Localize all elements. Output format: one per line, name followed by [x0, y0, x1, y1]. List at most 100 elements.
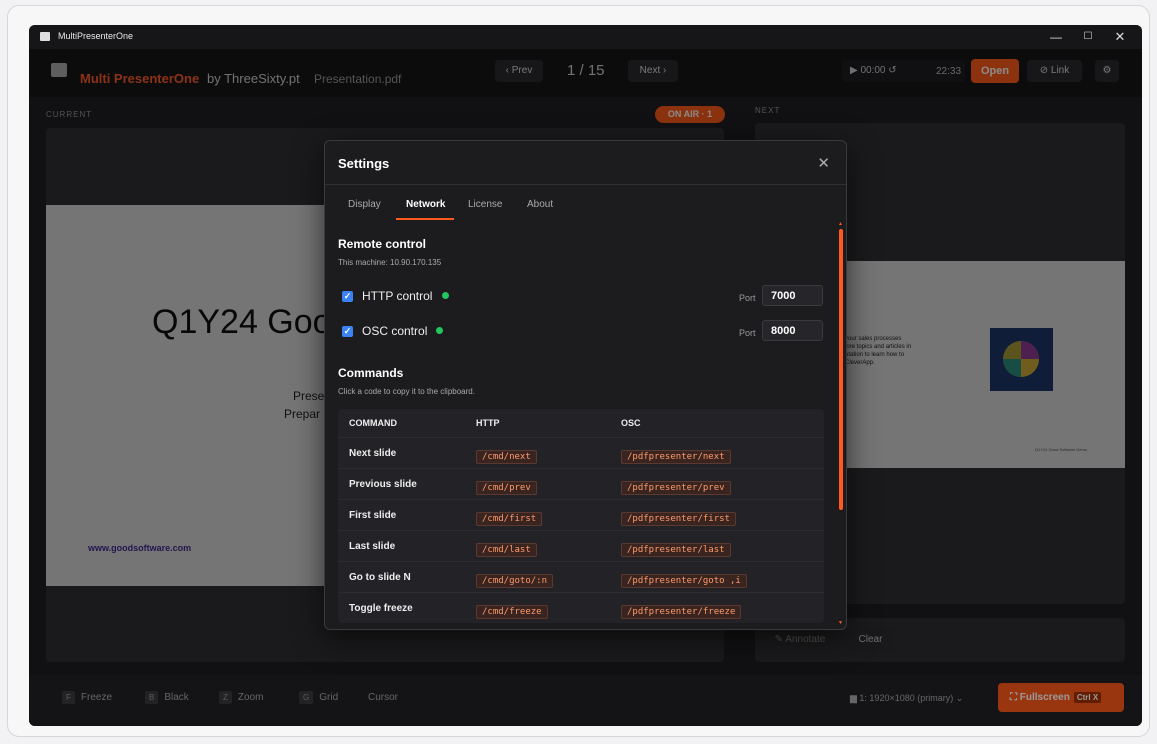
- next-slide-footer: Q1Y24 Good Software Demo: [1035, 447, 1088, 452]
- http-code[interactable]: /cmd/prev: [476, 481, 537, 495]
- command-name: Last slide: [349, 541, 396, 552]
- close-window-button[interactable]: ✕: [1108, 27, 1132, 47]
- commands-table: COMMAND HTTP OSC Next slide /cmd/next /p…: [338, 409, 824, 623]
- http-port-label: Port: [739, 293, 756, 303]
- timer-total: 22:33: [936, 66, 962, 77]
- slide-subtitle: Prese: [293, 389, 325, 403]
- osc-code[interactable]: /pdfpresenter/goto ,i: [621, 574, 747, 588]
- tab-license[interactable]: License: [468, 199, 502, 210]
- http-control-label: HTTP control: [362, 289, 433, 303]
- column-header-command: COMMAND: [349, 418, 397, 428]
- maximize-button[interactable]: ☐: [1076, 27, 1100, 47]
- http-code[interactable]: /cmd/goto/:n: [476, 574, 554, 588]
- zoom-key: Z: [219, 690, 232, 704]
- osc-control-label: OSC control: [362, 324, 428, 338]
- command-name: Next slide: [349, 448, 397, 459]
- gear-icon[interactable]: ⚙: [1095, 60, 1119, 82]
- osc-code[interactable]: /pdfpresenter/last: [621, 543, 731, 557]
- machine-address: This machine: 10.90.170.135: [338, 258, 442, 267]
- column-header-http: HTTP: [476, 418, 500, 428]
- http-control-checkbox[interactable]: ✓: [342, 291, 353, 302]
- prev-button[interactable]: ‹ Prev: [495, 60, 543, 82]
- fullscreen-button[interactable]: ⛶ Fullscreen Ctrl X: [998, 683, 1124, 712]
- osc-port-label: Port: [739, 328, 756, 338]
- commands-title: Commands: [338, 366, 404, 380]
- freeze-button[interactable]: F Freeze: [54, 686, 121, 710]
- brand-name: Multi PresenterOne: [80, 71, 200, 86]
- column-header-osc: OSC: [621, 418, 641, 428]
- title-bar: MultiPresenterOne — ☐ ✕: [29, 25, 1142, 49]
- osc-port-input[interactable]: [762, 320, 823, 341]
- slide-url: www.goodsoftware.com: [88, 543, 192, 553]
- dialog-divider: [325, 184, 846, 185]
- next-label: NEXT: [755, 106, 781, 115]
- black-button[interactable]: B Black: [137, 686, 199, 710]
- app-window: MultiPresenterOne — ☐ ✕ Multi PresenterO…: [29, 25, 1142, 726]
- tab-network[interactable]: Network: [406, 199, 445, 210]
- close-icon[interactable]: ✕: [817, 154, 830, 172]
- next-slide-text: your sales processes lore topics and art…: [845, 336, 912, 366]
- command-name: First slide: [349, 510, 397, 521]
- black-label: Black: [164, 692, 189, 703]
- fullscreen-shortcut: Ctrl X: [1073, 692, 1102, 703]
- table-row: First slide /cmd/first /pdfpresenter/fir…: [338, 499, 824, 530]
- tab-about[interactable]: About: [527, 199, 553, 210]
- on-air-badge: ON AIR · 1: [655, 106, 725, 123]
- http-code[interactable]: /cmd/first: [476, 512, 543, 526]
- osc-control-checkbox[interactable]: ✓: [342, 326, 353, 337]
- slide-headline: Q1Y24 Goo: [152, 303, 332, 341]
- freeze-label: Freeze: [80, 692, 113, 703]
- osc-status-dot: [436, 327, 443, 334]
- monitor-select[interactable]: ▆ 1: 1920×1080 (primary) ⌄: [840, 686, 982, 710]
- current-label: CURRENT: [46, 110, 93, 119]
- table-row: Toggle freeze /cmd/freeze /pdfpresenter/…: [338, 592, 824, 623]
- command-name: Toggle freeze: [349, 603, 413, 614]
- slide-subtitle-2: Prepar: [284, 407, 321, 421]
- annotate-button[interactable]: ✎ Annotate: [765, 628, 835, 652]
- zoom-label: Zoom: [237, 692, 264, 703]
- active-tab-indicator: [396, 218, 454, 220]
- cursor-button[interactable]: Cursor: [358, 686, 412, 710]
- page-indicator: 1 / 15: [567, 62, 605, 79]
- open-button[interactable]: Open: [971, 59, 1019, 83]
- fullscreen-label: ⛶ Fullscreen: [1010, 692, 1070, 703]
- table-row: Go to slide N /cmd/goto/:n /pdfpresenter…: [338, 561, 824, 592]
- osc-code[interactable]: /pdfpresenter/freeze: [621, 605, 742, 619]
- app-icon: [40, 32, 50, 41]
- osc-code[interactable]: /pdfpresenter/first: [621, 512, 736, 526]
- grid-label: Grid: [319, 692, 339, 703]
- tab-display[interactable]: Display: [348, 199, 381, 210]
- scroll-down-icon[interactable]: ▼: [838, 620, 843, 626]
- table-row: Previous slide /cmd/prev /pdfpresenter/p…: [338, 468, 824, 499]
- http-code[interactable]: /cmd/last: [476, 543, 537, 557]
- link-button[interactable]: ⊘ Link: [1027, 60, 1082, 82]
- file-name: Presentation.pdf: [314, 72, 402, 86]
- settings-dialog: Settings ✕ Display Network License About…: [324, 140, 847, 630]
- table-header-row: COMMAND HTTP OSC: [338, 409, 824, 437]
- grid-key: G: [299, 690, 314, 704]
- table-row: Next slide /cmd/next /pdfpresenter/next: [338, 437, 824, 468]
- http-port-input[interactable]: [762, 285, 823, 306]
- window-title: MultiPresenterOne: [58, 31, 134, 41]
- dialog-title: Settings: [338, 156, 390, 171]
- command-name: Previous slide: [349, 479, 417, 490]
- next-slide-logo: [990, 328, 1053, 391]
- brand-byline: by ThreeSixty.pt: [207, 71, 300, 86]
- osc-code[interactable]: /pdfpresenter/prev: [621, 481, 731, 495]
- next-button[interactable]: Next ›: [628, 60, 678, 82]
- grid-button[interactable]: G Grid: [291, 686, 347, 710]
- clear-button[interactable]: Clear: [847, 628, 894, 652]
- osc-code[interactable]: /pdfpresenter/next: [621, 450, 731, 464]
- minimize-button[interactable]: —: [1044, 27, 1068, 47]
- freeze-key: F: [62, 690, 75, 704]
- dialog-scrollbar[interactable]: [839, 229, 843, 510]
- bottom-toolbar: F Freeze B Black Z Zoom G Grid Cursor ▆ 1: 1…: [29, 675, 1142, 726]
- http-code[interactable]: /cmd/next: [476, 450, 537, 464]
- zoom-button[interactable]: Z Zoom: [211, 686, 275, 710]
- remote-control-title: Remote control: [338, 237, 427, 251]
- pie-logo-icon: [1003, 341, 1039, 377]
- table-row: Last slide /cmd/last /pdfpresenter/last: [338, 530, 824, 561]
- scroll-up-icon[interactable]: ▲: [838, 221, 843, 227]
- commands-hint: Click a code to copy it to the clipboard…: [338, 387, 475, 396]
- http-code[interactable]: /cmd/freeze: [476, 605, 548, 619]
